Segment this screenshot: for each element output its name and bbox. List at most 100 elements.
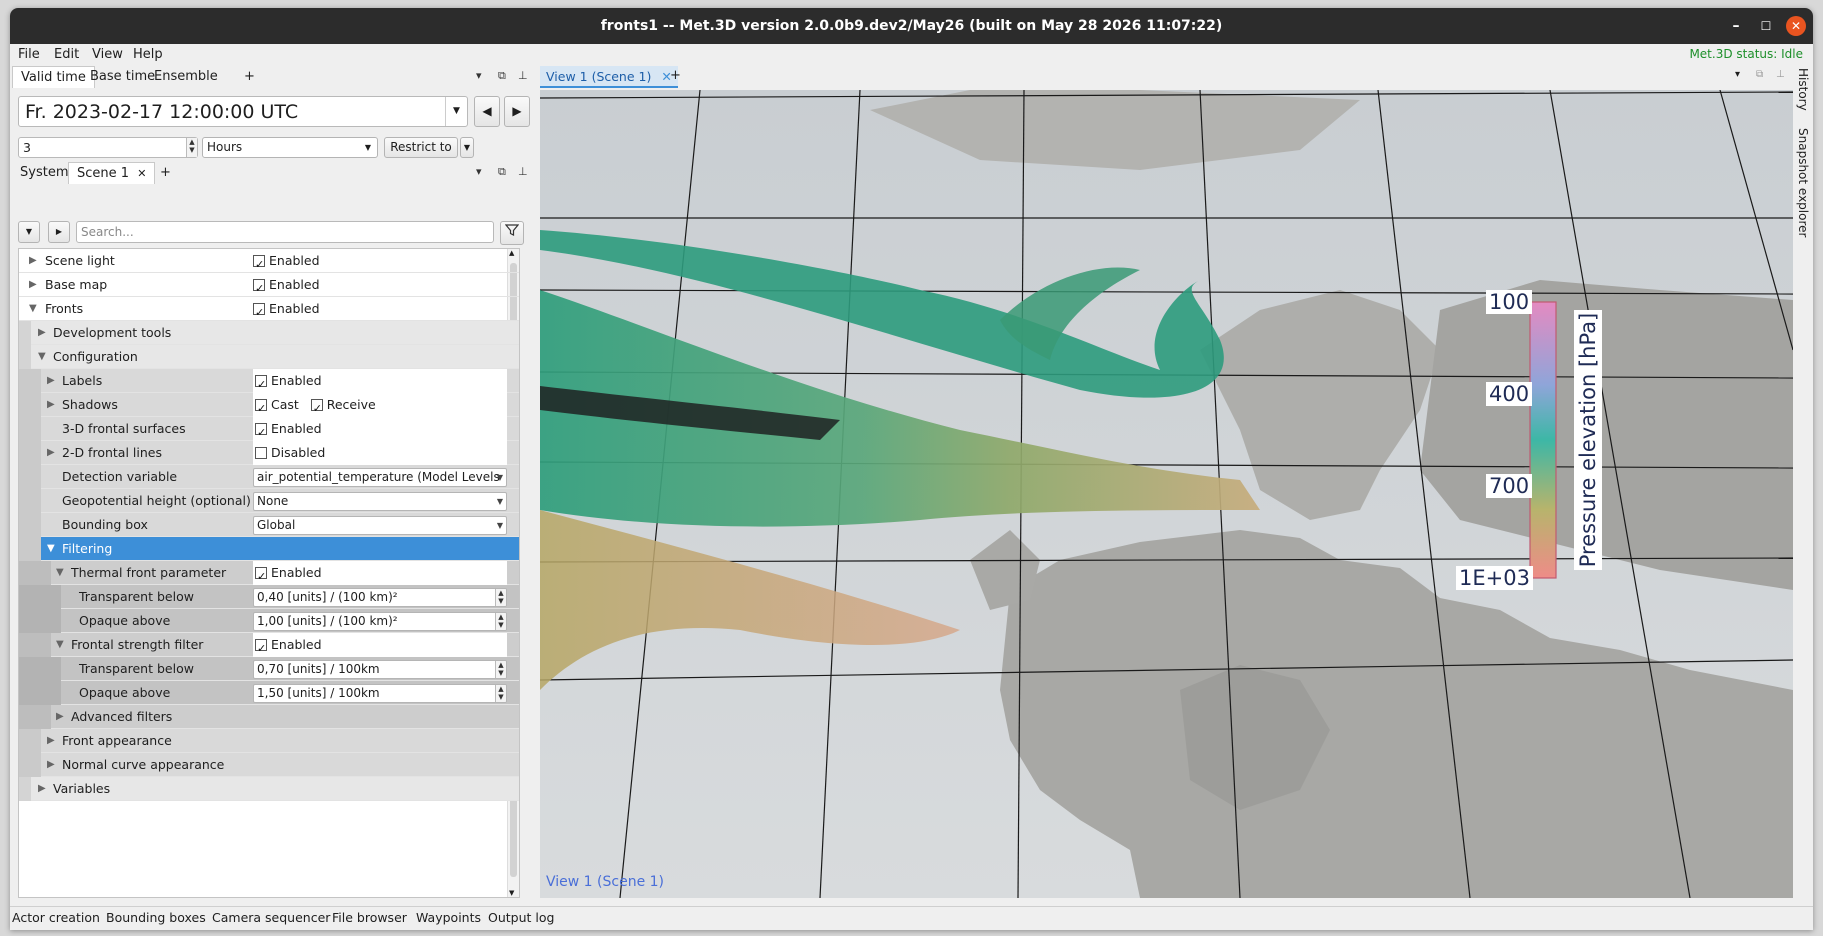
expand-all-button[interactable]: ▶ (48, 221, 70, 243)
add-scene-tab-button[interactable]: + (152, 162, 179, 184)
time-step-input[interactable]: 3 ▲ ▼ (18, 137, 198, 158)
collapse-arrow-icon[interactable]: ▼ (56, 633, 64, 657)
checkbox-icon[interactable] (255, 421, 267, 445)
row-value[interactable]: Enabled (253, 561, 507, 589)
maximize-icon[interactable]: ☐ (1756, 16, 1776, 36)
dropdown-icon[interactable]: ▾ (476, 165, 482, 178)
datetime-field[interactable]: Fr. 2023-02-17 12:00:00 UTC ▼ (18, 96, 468, 127)
checkbox-icon[interactable] (310, 397, 323, 421)
strength-transparent-input[interactable]: 0,70 [units] / 100km ▲ ▼ (253, 660, 507, 679)
tree-row-thermal-opaque[interactable]: Opaque above 1,00 [units] / (100 km)² ▲ ▼ (19, 609, 519, 633)
tree-row-thermal-transparent[interactable]: Transparent below 0,40 [units] / (100 km… (19, 585, 519, 609)
close-icon[interactable]: ✕ (1786, 16, 1806, 36)
checkbox-icon[interactable] (255, 397, 267, 421)
tab-camera-sequencer[interactable]: Camera sequencer (212, 910, 330, 925)
bounding-box-select[interactable]: Global ▼ (253, 516, 507, 535)
menu-view[interactable]: View (92, 47, 123, 62)
tab-history[interactable]: History (1796, 68, 1810, 111)
filter-icon[interactable] (500, 221, 524, 245)
collapse-arrow-icon[interactable]: ▼ (38, 345, 46, 369)
scroll-down-icon[interactable]: ▼ (509, 889, 514, 897)
tree-row-base-map[interactable]: ▶ Base map Enabled (19, 273, 519, 301)
checkbox-icon[interactable] (255, 373, 267, 397)
checkbox-icon[interactable] (253, 301, 265, 325)
expand-arrow-icon[interactable]: ▶ (56, 705, 64, 729)
tree-row-variables[interactable]: ▶ Variables (19, 777, 519, 801)
tree-row-shadows[interactable]: ▶ Shadows Cast Receive (19, 393, 519, 421)
row-value[interactable]: Enabled (253, 369, 507, 397)
chevron-down-icon[interactable]: ▼ (445, 97, 467, 126)
expand-arrow-icon[interactable]: ▶ (47, 393, 55, 417)
tree-row-strength-opaque[interactable]: Opaque above 1,50 [units] / 100km ▲ ▼ (19, 681, 519, 705)
thermal-opaque-input[interactable]: 1,00 [units] / (100 km)² ▲ ▼ (253, 612, 507, 631)
tree-row-2d-lines[interactable]: ▶ 2-D frontal lines Disabled (19, 441, 519, 465)
tree-row-configuration[interactable]: ▼ Configuration (19, 345, 519, 369)
float-icon[interactable]: ⧉ (1756, 69, 1763, 80)
spinner-icon[interactable]: ▲ ▼ (495, 661, 506, 678)
restrict-dropdown-icon[interactable]: ▼ (460, 137, 474, 158)
menu-edit[interactable]: Edit (54, 47, 79, 62)
tree-row-fronts[interactable]: ▼ Fronts Enabled (19, 297, 519, 325)
tab-waypoints[interactable]: Waypoints (416, 910, 481, 925)
tab-file-browser[interactable]: File browser (332, 910, 407, 925)
pin-icon[interactable]: ⊥ (518, 165, 528, 178)
collapse-arrow-icon[interactable]: ▼ (56, 561, 64, 585)
minimize-icon[interactable]: – (1726, 16, 1746, 36)
checkbox-icon[interactable] (255, 565, 267, 589)
tree-row-bounding-box[interactable]: Bounding box Global ▼ (19, 513, 519, 537)
checkbox-icon[interactable] (253, 277, 265, 301)
tab-actor-creation[interactable]: Actor creation (12, 910, 100, 925)
thermal-transparent-input[interactable]: 0,40 [units] / (100 km)² ▲ ▼ (253, 588, 507, 607)
collapse-arrow-icon[interactable]: ▼ (29, 297, 37, 321)
checkbox-icon[interactable] (255, 446, 267, 459)
tab-ensemble[interactable]: Ensemble (146, 66, 226, 88)
add-tab-button[interactable]: + (236, 66, 263, 88)
next-time-button[interactable]: ▶ (504, 96, 530, 127)
collapse-all-button[interactable]: ▼ (18, 221, 40, 243)
spinner-icon[interactable]: ▲ ▼ (495, 613, 506, 630)
tree-row-3d-surfaces[interactable]: 3-D frontal surfaces Enabled (19, 417, 519, 445)
row-value[interactable]: Enabled (253, 633, 507, 661)
search-input[interactable]: Search... (76, 221, 494, 243)
detection-variable-select[interactable]: air_potential_temperature (Model Levels ▼ (253, 468, 507, 487)
expand-arrow-icon[interactable]: ▶ (38, 321, 46, 345)
row-value[interactable]: Enabled (253, 297, 320, 325)
tree-row-thermal-front[interactable]: ▼ Thermal front parameter Enabled (19, 561, 519, 589)
expand-arrow-icon[interactable]: ▶ (47, 729, 55, 753)
geopotential-select[interactable]: None ▼ (253, 492, 507, 511)
tree-row-strength-transparent[interactable]: Transparent below 0,70 [units] / 100km ▲ ▼ (19, 657, 519, 681)
tree-row-frontal-strength[interactable]: ▼ Frontal strength filter Enabled (19, 633, 519, 661)
expand-arrow-icon[interactable]: ▶ (29, 273, 37, 297)
expand-arrow-icon[interactable]: ▶ (47, 369, 55, 393)
pin-icon[interactable]: ⊥ (518, 69, 528, 82)
tree-row-front-appearance[interactable]: ▶ Front appearance (19, 729, 519, 753)
strength-opaque-input[interactable]: 1,50 [units] / 100km ▲ ▼ (253, 684, 507, 703)
tree-row-geopotential[interactable]: Geopotential height (optional) None ▼ (19, 489, 519, 513)
close-tab-icon[interactable]: ✕ (137, 167, 146, 180)
float-icon[interactable]: ⧉ (498, 69, 506, 83)
collapse-arrow-icon[interactable]: ▼ (47, 537, 55, 561)
tab-system[interactable]: System (12, 162, 76, 184)
dropdown-icon[interactable]: ▾ (1735, 69, 1740, 80)
spinner-icon[interactable]: ▲ ▼ (186, 138, 197, 157)
spinner-icon[interactable]: ▲ ▼ (495, 589, 506, 606)
expand-arrow-icon[interactable]: ▶ (38, 777, 46, 801)
menu-file[interactable]: File (18, 47, 40, 62)
tree-row-labels[interactable]: ▶ Labels Enabled (19, 369, 519, 397)
tree-row-scene-light[interactable]: ▶ Scene light Enabled (19, 249, 519, 277)
checkbox-icon[interactable] (253, 253, 265, 277)
previous-time-button[interactable]: ◀ (474, 96, 500, 127)
tab-scene-1[interactable]: Scene 1 ✕ (68, 162, 156, 184)
tab-snapshot-explorer[interactable]: Snapshot explorer (1796, 128, 1810, 237)
scene-viewport[interactable]: 100 400 700 1E+03 Pressure elevation [hP… (540, 90, 1793, 898)
spinner-icon[interactable]: ▲ ▼ (495, 685, 506, 702)
tab-output-log[interactable]: Output log (488, 910, 554, 925)
row-value[interactable]: Disabled (253, 441, 507, 465)
expand-arrow-icon[interactable]: ▶ (29, 249, 37, 273)
row-value[interactable]: Enabled (253, 417, 507, 445)
tree-row-advanced-filters[interactable]: ▶ Advanced filters (19, 705, 519, 729)
tree-row-detection-variable[interactable]: Detection variable air_potential_tempera… (19, 465, 519, 489)
row-value[interactable]: Cast Receive (253, 393, 507, 421)
restrict-to-button[interactable]: Restrict to (384, 137, 458, 158)
pin-icon[interactable]: ⊥ (1776, 69, 1785, 80)
